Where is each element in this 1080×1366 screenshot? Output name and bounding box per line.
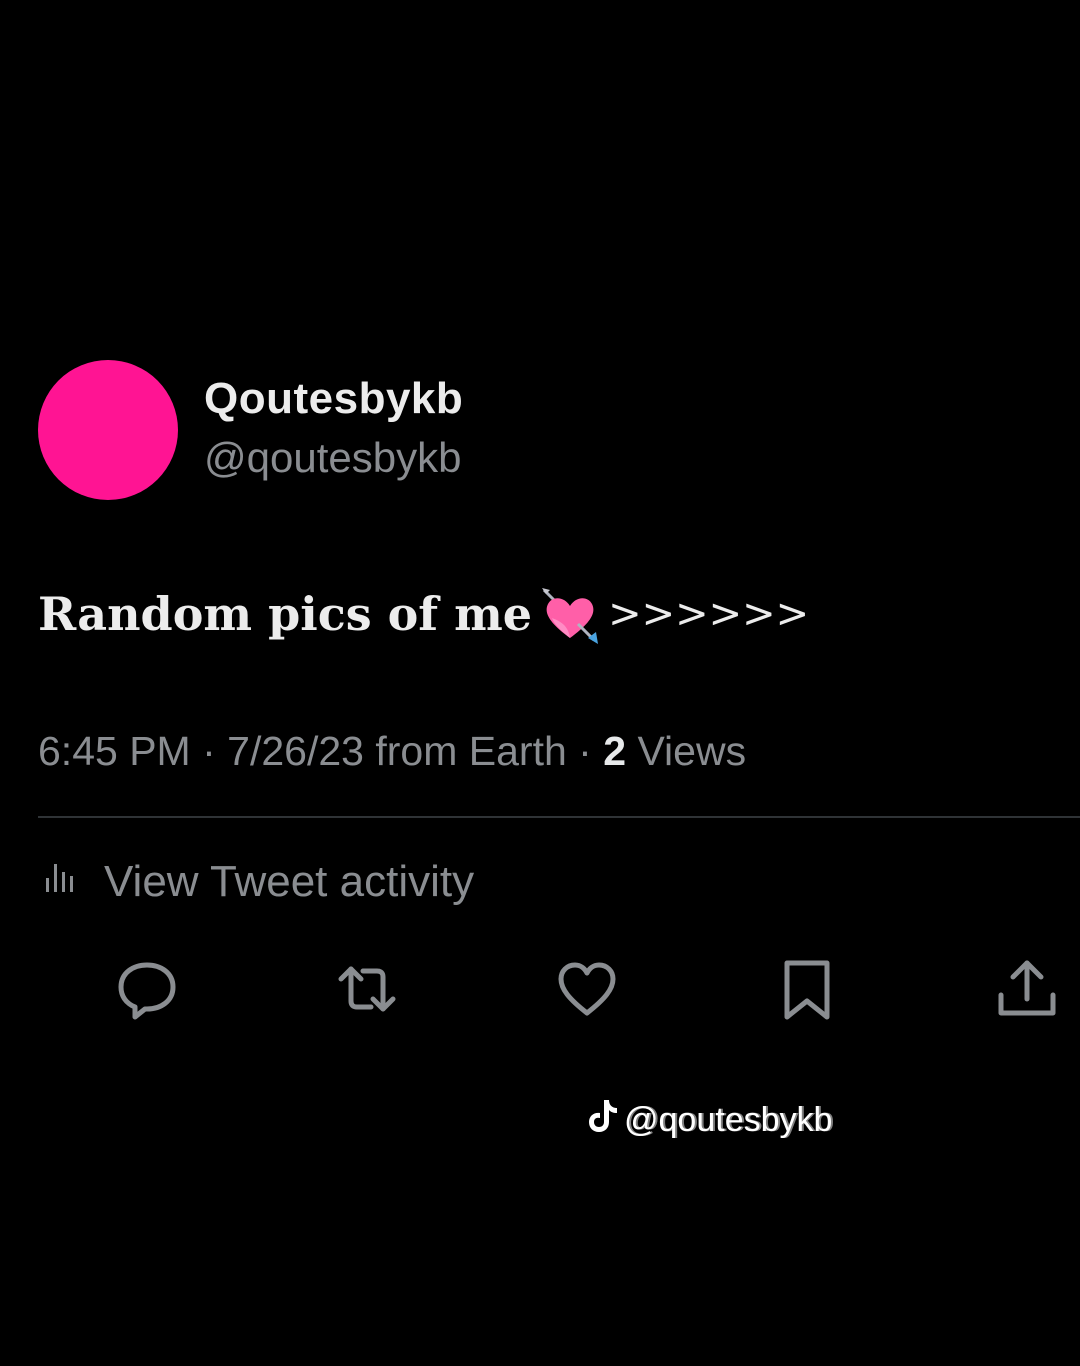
retweet-icon (335, 957, 399, 1026)
tweet-actions-bar (0, 958, 1080, 1028)
divider (38, 816, 1080, 818)
tweet-source: from Earth (375, 728, 567, 774)
tweet-arrows: >>>>>> (608, 591, 810, 637)
watermark-handle: @qoutesbykb (624, 1101, 833, 1139)
bookmark-button[interactable] (774, 958, 840, 1024)
views-label: Views (637, 728, 747, 774)
tweet-body: Random pics of me (38, 587, 533, 641)
user-handle[interactable]: @qoutesbykb (204, 434, 461, 482)
heart-icon (555, 957, 619, 1026)
like-button[interactable] (554, 958, 620, 1024)
tweet-time[interactable]: 6:45 PM (38, 728, 191, 774)
tiktok-icon (588, 1098, 618, 1143)
view-tweet-activity-link[interactable]: View Tweet activity (42, 856, 474, 907)
meta-separator: · (578, 728, 592, 774)
views-count: 2 (603, 728, 627, 774)
share-button[interactable] (994, 958, 1060, 1024)
tweet-meta: 6:45 PM · 7/26/23 from Earth · 2 Views (38, 728, 746, 775)
activity-label: View Tweet activity (104, 856, 475, 906)
reply-icon (115, 957, 179, 1026)
tweet-text: Random pics of me >>>>>> (38, 582, 809, 646)
reply-button[interactable] (114, 958, 180, 1024)
retweet-button[interactable] (334, 958, 400, 1024)
avatar[interactable] (38, 360, 178, 500)
bookmark-icon (775, 957, 839, 1026)
heart-with-arrow-icon (538, 582, 602, 646)
watermark: @qoutesbykb (588, 1098, 832, 1143)
share-icon (995, 957, 1059, 1026)
display-name[interactable]: Qoutesbykb (204, 374, 463, 424)
bar-chart-icon (42, 856, 82, 907)
meta-separator: · (202, 728, 216, 774)
tweet-date[interactable]: 7/26/23 (227, 728, 364, 774)
